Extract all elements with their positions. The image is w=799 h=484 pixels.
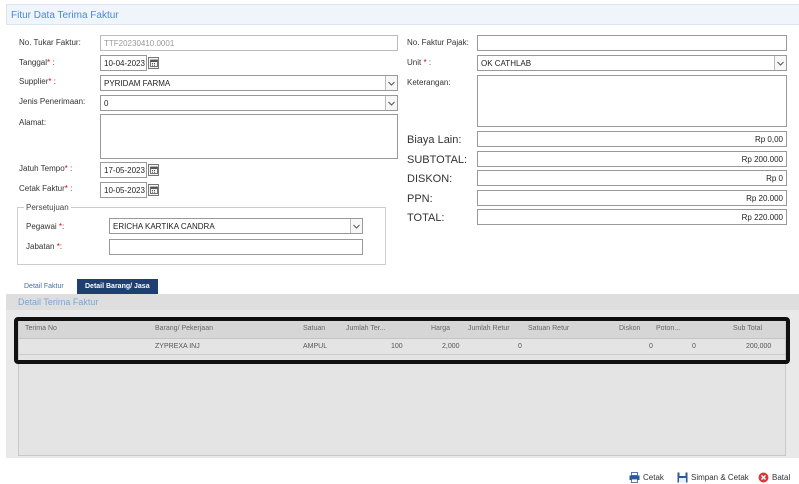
jenis-select[interactable]: 0 bbox=[100, 95, 398, 111]
cancel-icon bbox=[758, 472, 769, 483]
persetujuan-legend: Persetujuan bbox=[24, 203, 71, 212]
simpan-label: Simpan & Cetak bbox=[691, 473, 749, 482]
pegawai-select[interactable]: ERICHA KARTIKA CANDRA bbox=[109, 218, 363, 234]
detail-title: Detail Terima Faktur bbox=[18, 297, 99, 307]
ppn-label: PPN: bbox=[407, 193, 433, 205]
total-label: TOTAL: bbox=[407, 212, 445, 224]
keterangan-textarea[interactable] bbox=[477, 75, 787, 127]
highlight-box bbox=[14, 317, 790, 364]
biaya-label: Biaya Lain: bbox=[407, 134, 462, 146]
detail-header: Detail Terima Faktur bbox=[6, 294, 799, 310]
jenis-label: Jenis Penerimaan: bbox=[19, 97, 86, 106]
jatuh-label: Jatuh Tempo* : bbox=[19, 164, 73, 173]
subtotal-label: SUBTOTAL: bbox=[407, 154, 468, 166]
supplier-label: Supplier* : bbox=[19, 77, 56, 86]
pegawai-label: Pegawai *: bbox=[26, 222, 65, 231]
calendar-icon[interactable] bbox=[148, 57, 159, 69]
diskon-input[interactable]: Rp 0 bbox=[477, 170, 787, 186]
no-tukar-label: No. Tukar Faktur: bbox=[19, 38, 81, 47]
calendar-icon[interactable] bbox=[148, 184, 159, 196]
tanggal-label: Tanggal* : bbox=[19, 58, 55, 67]
cetak-faktur-label: Cetak Faktur* : bbox=[19, 184, 73, 193]
panel-header: Fitur Data Terima Faktur bbox=[6, 4, 799, 25]
diskon-label: DISKON: bbox=[407, 173, 453, 185]
tab-detail-faktur[interactable]: Detail Faktur bbox=[16, 279, 72, 294]
total-input[interactable]: Rp 220.000 bbox=[477, 209, 787, 225]
subtotal-input[interactable]: Rp 200.000 bbox=[477, 151, 787, 167]
no-pajak-input[interactable] bbox=[477, 35, 787, 51]
persetujuan-group bbox=[17, 207, 386, 265]
cetak-label: Cetak bbox=[643, 473, 664, 482]
unit-value: OK CATHLAB bbox=[481, 59, 532, 68]
jenis-value: 0 bbox=[104, 99, 109, 108]
save-icon bbox=[677, 472, 688, 483]
alamat-label: Alamat: bbox=[19, 118, 47, 127]
tanggal-input[interactable]: 10-04-2023 bbox=[100, 55, 147, 71]
batal-button[interactable]: Batal bbox=[758, 472, 790, 483]
chevron-down-icon[interactable] bbox=[385, 76, 397, 90]
page-title: Fitur Data Terima Faktur bbox=[11, 10, 119, 21]
keterangan-label: Keterangan: bbox=[407, 78, 451, 87]
unit-label: Unit * : bbox=[407, 58, 432, 67]
pegawai-value: ERICHA KARTIKA CANDRA bbox=[113, 222, 215, 231]
chevron-down-icon[interactable] bbox=[350, 219, 362, 233]
cetak-button[interactable]: Cetak bbox=[629, 472, 664, 483]
ppn-input[interactable]: Rp 20.000 bbox=[477, 190, 787, 206]
printer-icon bbox=[629, 472, 640, 483]
alamat-textarea[interactable] bbox=[100, 114, 398, 159]
tab-detail-barang[interactable]: Detail Barang/ Jasa bbox=[77, 279, 158, 294]
cetak-faktur-input[interactable]: 10-05-2023 bbox=[100, 182, 147, 198]
no-tukar-input[interactable]: TTF20230410.0001 bbox=[100, 35, 398, 51]
supplier-value: PYRIDAM FARMA bbox=[104, 79, 171, 88]
batal-label: Batal bbox=[772, 473, 791, 482]
jabatan-input[interactable] bbox=[109, 239, 363, 255]
jatuh-tempo-input[interactable]: 17-05-2023 bbox=[100, 162, 147, 178]
chevron-down-icon[interactable] bbox=[385, 96, 397, 110]
chevron-down-icon[interactable] bbox=[774, 56, 786, 70]
biaya-input[interactable]: Rp 0,00 bbox=[477, 131, 787, 147]
jabatan-label: Jabatan *: bbox=[26, 242, 63, 251]
unit-select[interactable]: OK CATHLAB bbox=[477, 55, 787, 71]
calendar-icon[interactable] bbox=[148, 164, 159, 176]
no-pajak-label: No. Faktur Pajak: bbox=[407, 38, 469, 47]
simpan-cetak-button[interactable]: Simpan & Cetak bbox=[677, 472, 749, 483]
supplier-select[interactable]: PYRIDAM FARMA bbox=[100, 75, 398, 91]
